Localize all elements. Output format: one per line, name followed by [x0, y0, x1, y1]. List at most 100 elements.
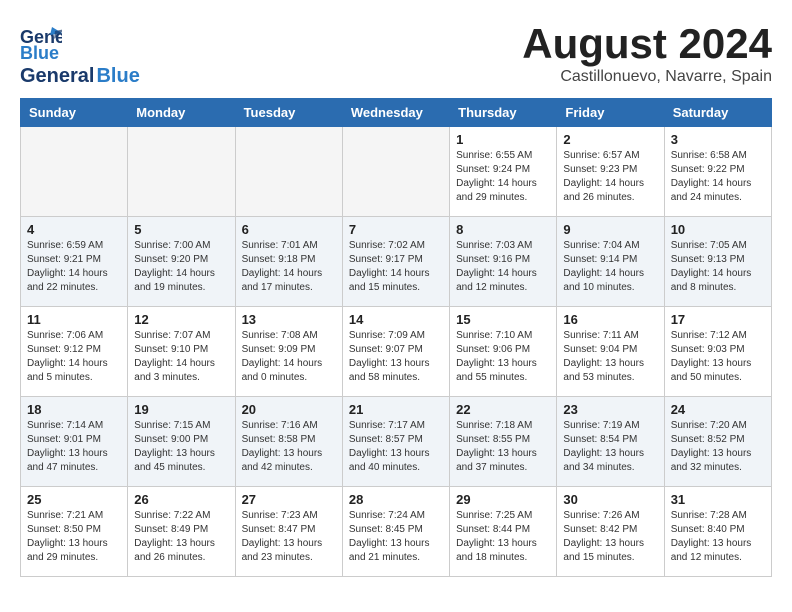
day-number: 3: [671, 132, 765, 147]
day-info: Sunrise: 6:55 AM Sunset: 9:24 PM Dayligh…: [456, 149, 550, 205]
day-info: Sunrise: 7:25 AM Sunset: 8:44 PM Dayligh…: [456, 509, 550, 565]
day-info: Sunrise: 7:28 AM Sunset: 8:40 PM Dayligh…: [671, 509, 765, 565]
calendar-cell: 14 Sunrise: 7:09 AM Sunset: 9:07 PM Dayli…: [342, 307, 449, 397]
day-info: Sunrise: 7:09 AM Sunset: 9:07 PM Dayligh…: [349, 329, 443, 385]
day-info: Sunrise: 6:57 AM Sunset: 9:23 PM Dayligh…: [563, 149, 657, 205]
day-number: 19: [134, 402, 228, 417]
day-number: 30: [563, 492, 657, 507]
calendar-cell: 24 Sunrise: 7:20 AM Sunset: 8:52 PM Dayli…: [664, 397, 771, 487]
calendar-cell: [128, 127, 235, 217]
day-number: 5: [134, 222, 228, 237]
day-number: 12: [134, 312, 228, 327]
svg-text:Blue: Blue: [20, 43, 59, 63]
day-number: 16: [563, 312, 657, 327]
day-number: 1: [456, 132, 550, 147]
calendar-cell: 20 Sunrise: 7:16 AM Sunset: 8:58 PM Dayli…: [235, 397, 342, 487]
day-info: Sunrise: 7:15 AM Sunset: 9:00 PM Dayligh…: [134, 419, 228, 475]
calendar-cell: 6Sunrise: 7:01 AM Sunset: 9:18 PM Daylig…: [235, 217, 342, 307]
logo-icon: General Blue: [20, 25, 62, 63]
day-info: Sunrise: 7:03 AM Sunset: 9:16 PM Dayligh…: [456, 239, 550, 295]
day-number: 26: [134, 492, 228, 507]
calendar-cell: 26 Sunrise: 7:22 AM Sunset: 8:49 PM Dayli…: [128, 487, 235, 577]
week-row-4: 18 Sunrise: 7:14 AM Sunset: 9:01 PM Dayli…: [21, 397, 772, 487]
calendar-cell: 13Sunrise: 7:08 AM Sunset: 9:09 PM Dayli…: [235, 307, 342, 397]
header-saturday: Saturday: [664, 99, 771, 127]
day-info: Sunrise: 7:10 AM Sunset: 9:06 PM Dayligh…: [456, 329, 550, 385]
header-tuesday: Tuesday: [235, 99, 342, 127]
day-info: Sunrise: 7:19 AM Sunset: 8:54 PM Dayligh…: [563, 419, 657, 475]
header-wednesday: Wednesday: [342, 99, 449, 127]
day-info: Sunrise: 7:24 AM Sunset: 8:45 PM Dayligh…: [349, 509, 443, 565]
calendar-cell: 3 Sunrise: 6:58 AM Sunset: 9:22 PM Daylig…: [664, 127, 771, 217]
calendar-cell: [21, 127, 128, 217]
day-info: Sunrise: 7:06 AM Sunset: 9:12 PM Dayligh…: [27, 329, 121, 385]
calendar-cell: 9 Sunrise: 7:04 AM Sunset: 9:14 PM Daylig…: [557, 217, 664, 307]
day-number: 29: [456, 492, 550, 507]
calendar-cell: 25Sunrise: 7:21 AM Sunset: 8:50 PM Dayli…: [21, 487, 128, 577]
day-number: 9: [563, 222, 657, 237]
day-info: Sunrise: 7:05 AM Sunset: 9:13 PM Dayligh…: [671, 239, 765, 295]
day-info: Sunrise: 7:07 AM Sunset: 9:10 PM Dayligh…: [134, 329, 228, 385]
day-info: Sunrise: 7:02 AM Sunset: 9:17 PM Dayligh…: [349, 239, 443, 295]
day-number: 18: [27, 402, 121, 417]
week-row-3: 11Sunrise: 7:06 AM Sunset: 9:12 PM Dayli…: [21, 307, 772, 397]
day-number: 24: [671, 402, 765, 417]
day-info: Sunrise: 7:22 AM Sunset: 8:49 PM Dayligh…: [134, 509, 228, 565]
calendar-cell: 28 Sunrise: 7:24 AM Sunset: 8:45 PM Dayli…: [342, 487, 449, 577]
header-friday: Friday: [557, 99, 664, 127]
day-number: 25: [27, 492, 121, 507]
day-info: Sunrise: 7:26 AM Sunset: 8:42 PM Dayligh…: [563, 509, 657, 565]
calendar-cell: 11Sunrise: 7:06 AM Sunset: 9:12 PM Dayli…: [21, 307, 128, 397]
day-number: 20: [242, 402, 336, 417]
day-info: Sunrise: 7:08 AM Sunset: 9:09 PM Dayligh…: [242, 329, 336, 385]
calendar-cell: 1 Sunrise: 6:55 AM Sunset: 9:24 PM Daylig…: [450, 127, 557, 217]
calendar-cell: 27 Sunrise: 7:23 AM Sunset: 8:47 PM Dayli…: [235, 487, 342, 577]
calendar-cell: 15 Sunrise: 7:10 AM Sunset: 9:06 PM Dayli…: [450, 307, 557, 397]
calendar-cell: 30 Sunrise: 7:26 AM Sunset: 8:42 PM Dayli…: [557, 487, 664, 577]
day-info: Sunrise: 7:14 AM Sunset: 9:01 PM Dayligh…: [27, 419, 121, 475]
day-info: Sunrise: 7:18 AM Sunset: 8:55 PM Dayligh…: [456, 419, 550, 475]
day-number: 28: [349, 492, 443, 507]
day-number: 10: [671, 222, 765, 237]
day-number: 23: [563, 402, 657, 417]
day-number: 6: [242, 222, 336, 237]
day-number: 15: [456, 312, 550, 327]
logo-general: General: [20, 65, 94, 88]
day-number: 22: [456, 402, 550, 417]
calendar-cell: 2 Sunrise: 6:57 AM Sunset: 9:23 PM Daylig…: [557, 127, 664, 217]
day-number: 2: [563, 132, 657, 147]
calendar-cell: 16 Sunrise: 7:11 AM Sunset: 9:04 PM Dayli…: [557, 307, 664, 397]
calendar-cell: 29 Sunrise: 7:25 AM Sunset: 8:44 PM Dayli…: [450, 487, 557, 577]
calendar-cell: 12 Sunrise: 7:07 AM Sunset: 9:10 PM Dayli…: [128, 307, 235, 397]
week-row-5: 25Sunrise: 7:21 AM Sunset: 8:50 PM Dayli…: [21, 487, 772, 577]
day-info: Sunrise: 7:11 AM Sunset: 9:04 PM Dayligh…: [563, 329, 657, 385]
calendar-cell: 18 Sunrise: 7:14 AM Sunset: 9:01 PM Dayli…: [21, 397, 128, 487]
calendar-cell: 17 Sunrise: 7:12 AM Sunset: 9:03 PM Dayli…: [664, 307, 771, 397]
calendar-cell: [342, 127, 449, 217]
day-info: Sunrise: 7:04 AM Sunset: 9:14 PM Dayligh…: [563, 239, 657, 295]
day-number: 7: [349, 222, 443, 237]
day-number: 14: [349, 312, 443, 327]
calendar-cell: 5Sunrise: 7:00 AM Sunset: 9:20 PM Daylig…: [128, 217, 235, 307]
month-year: August 2024: [522, 20, 772, 68]
day-number: 27: [242, 492, 336, 507]
calendar-cell: [235, 127, 342, 217]
calendar-cell: 8Sunrise: 7:03 AM Sunset: 9:16 PM Daylig…: [450, 217, 557, 307]
day-number: 17: [671, 312, 765, 327]
day-info: Sunrise: 6:59 AM Sunset: 9:21 PM Dayligh…: [27, 239, 121, 295]
day-info: Sunrise: 7:12 AM Sunset: 9:03 PM Dayligh…: [671, 329, 765, 385]
day-number: 31: [671, 492, 765, 507]
day-info: Sunrise: 7:20 AM Sunset: 8:52 PM Dayligh…: [671, 419, 765, 475]
day-info: Sunrise: 6:58 AM Sunset: 9:22 PM Dayligh…: [671, 149, 765, 205]
calendar-cell: 10 Sunrise: 7:05 AM Sunset: 9:13 PM Dayli…: [664, 217, 771, 307]
week-row-1: 1 Sunrise: 6:55 AM Sunset: 9:24 PM Daylig…: [21, 127, 772, 217]
day-info: Sunrise: 7:23 AM Sunset: 8:47 PM Dayligh…: [242, 509, 336, 565]
header-sunday: Sunday: [21, 99, 128, 127]
header: General Blue General Blue August 2024 Ca…: [20, 20, 772, 88]
header-thursday: Thursday: [450, 99, 557, 127]
calendar-header-row: SundayMondayTuesdayWednesdayThursdayFrid…: [21, 99, 772, 127]
day-info: Sunrise: 7:17 AM Sunset: 8:57 PM Dayligh…: [349, 419, 443, 475]
day-info: Sunrise: 7:16 AM Sunset: 8:58 PM Dayligh…: [242, 419, 336, 475]
day-number: 4: [27, 222, 121, 237]
calendar-cell: 21Sunrise: 7:17 AM Sunset: 8:57 PM Dayli…: [342, 397, 449, 487]
